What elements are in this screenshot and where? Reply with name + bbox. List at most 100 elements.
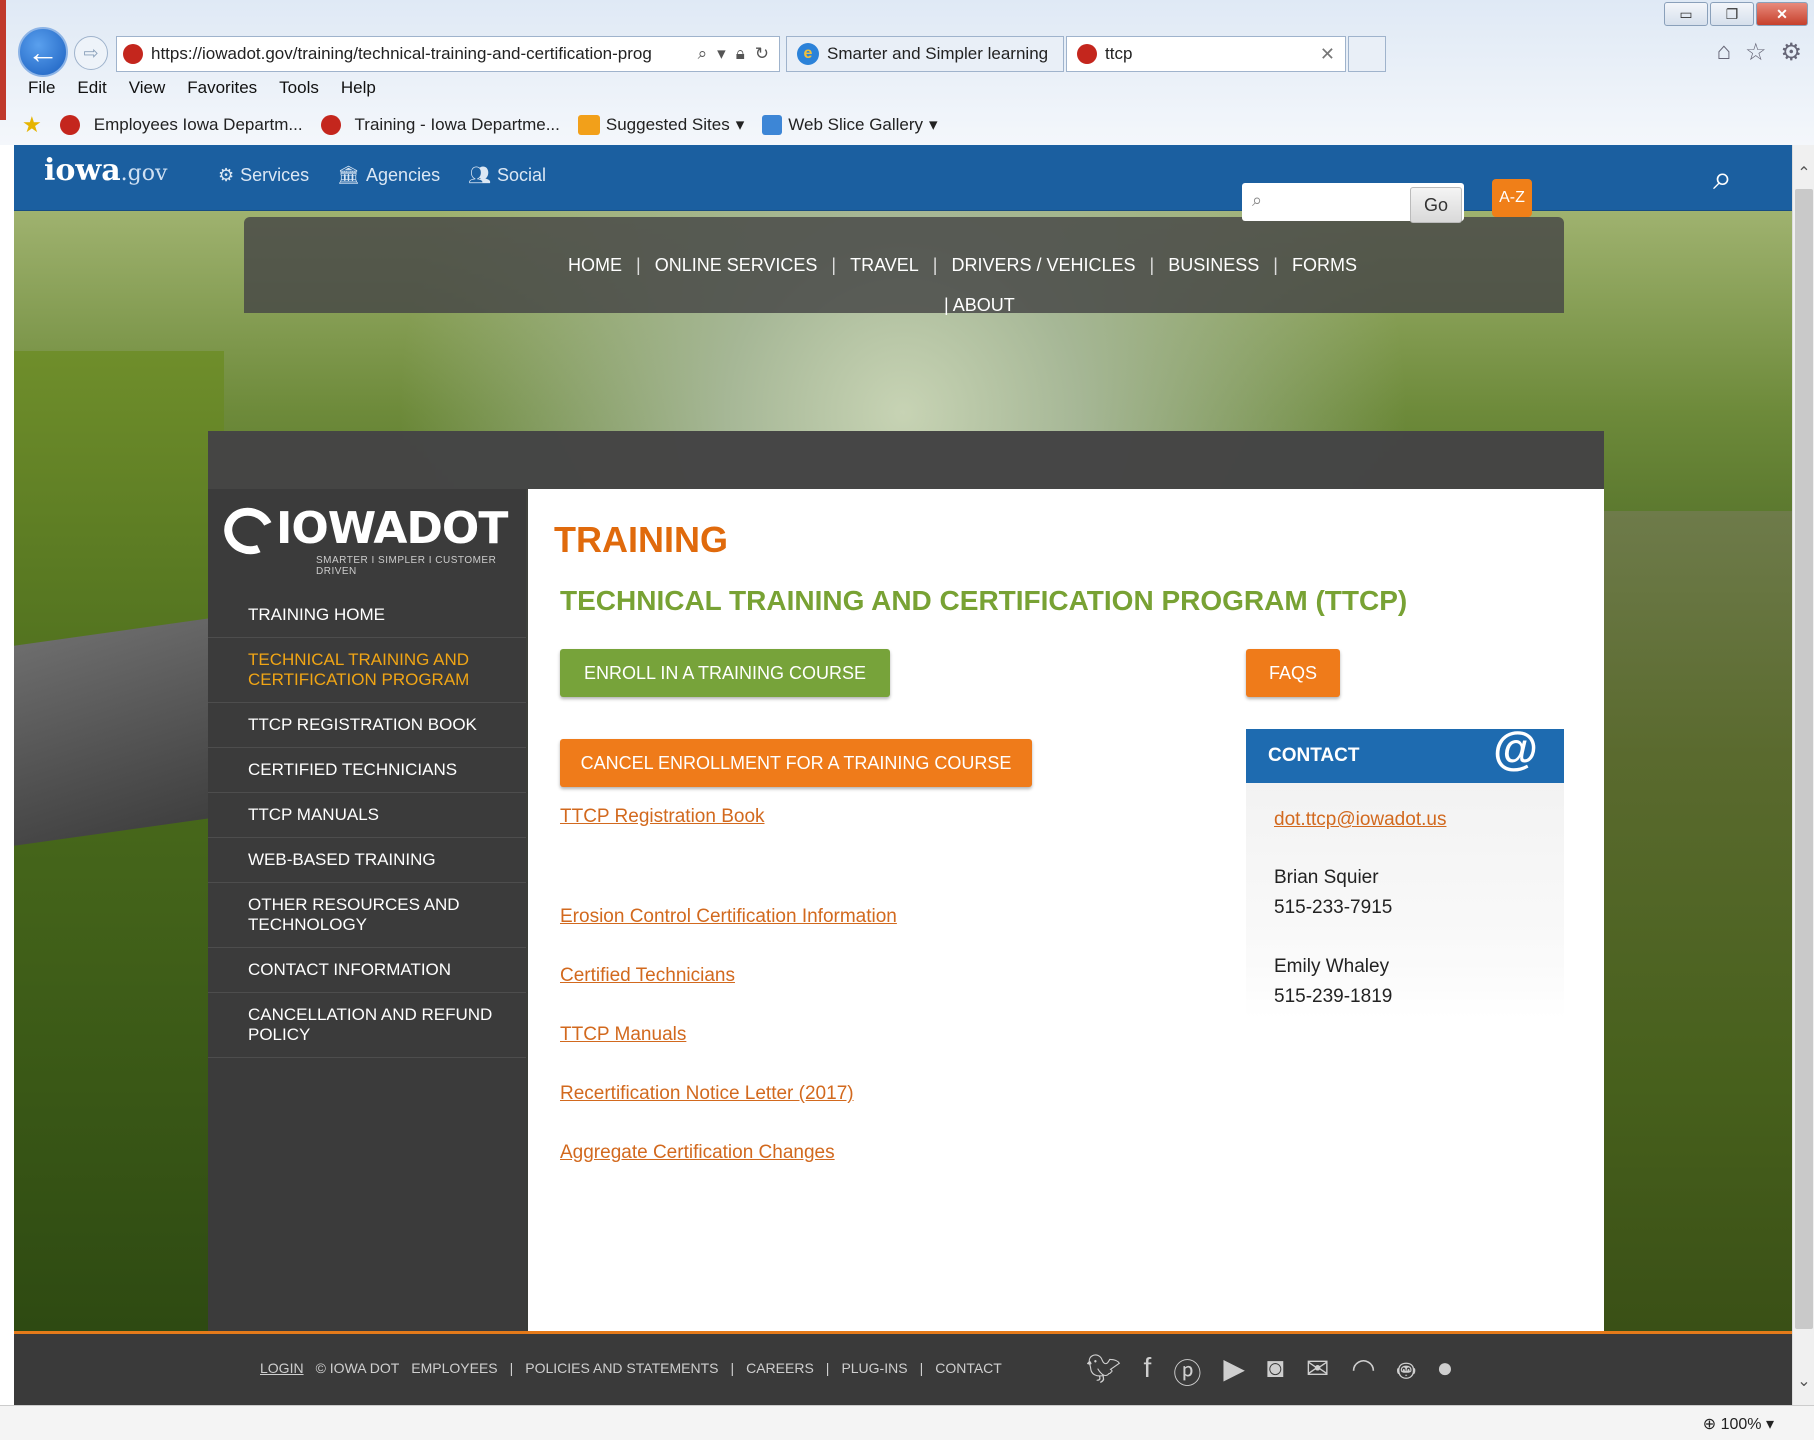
sidebar-item-ttcp[interactable]: TECHNICAL TRAINING AND CERTIFICATION PRO… bbox=[208, 638, 526, 703]
sidebar-item-registration-book[interactable]: TTCP REGISTRATION BOOK bbox=[208, 703, 526, 748]
rss-icon[interactable]: ◠ bbox=[1351, 1352, 1375, 1392]
favorites-add-icon[interactable]: ★ bbox=[22, 112, 42, 138]
address-url[interactable]: https://iowadot.gov/training/technical-t… bbox=[151, 44, 688, 64]
page-scrollbar[interactable]: ⌃ ⌄ bbox=[1792, 145, 1814, 1405]
link-registration-book[interactable]: TTCP Registration Book bbox=[560, 806, 765, 828]
menu-tools[interactable]: Tools bbox=[279, 78, 319, 98]
nav-social[interactable]: 👥︎ Social bbox=[468, 165, 546, 186]
close-tab-icon[interactable]: ✕ bbox=[1320, 44, 1335, 65]
lock-icon[interactable]: 🔒︎ bbox=[736, 44, 745, 64]
favorites-star-icon[interactable]: ☆ bbox=[1745, 38, 1767, 67]
nav-home[interactable]: HOME bbox=[554, 255, 636, 276]
sidebar-item-other-resources[interactable]: OTHER RESOURCES AND TECHNOLOGY bbox=[208, 883, 526, 948]
window-accent bbox=[0, 0, 6, 120]
link-erosion-control[interactable]: Erosion Control Certification Informatio… bbox=[560, 906, 897, 928]
nav-services[interactable]: ⚙ Services bbox=[218, 165, 309, 186]
nav-travel[interactable]: TRAVEL bbox=[836, 255, 933, 276]
nav-business[interactable]: BUSINESS bbox=[1154, 255, 1273, 276]
footer-careers-link[interactable]: CAREERS bbox=[746, 1360, 814, 1376]
nav-agencies[interactable]: 🏛︎ Agencies bbox=[337, 165, 440, 186]
sidebar-item-training-home[interactable]: TRAINING HOME bbox=[208, 593, 526, 638]
menu-edit[interactable]: Edit bbox=[77, 78, 106, 98]
hero-field-right bbox=[1602, 511, 1792, 1331]
twitter-icon[interactable]: 🐦︎ bbox=[1086, 1352, 1122, 1392]
forward-button[interactable]: ⇨ bbox=[74, 36, 108, 70]
a-z-button[interactable]: A-Z bbox=[1492, 179, 1532, 217]
enroll-course-button[interactable]: ENROLL IN A TRAINING COURSE bbox=[560, 649, 890, 697]
close-window-button[interactable]: ✕ bbox=[1756, 2, 1808, 26]
sidebar-item-ttcp-manuals[interactable]: TTCP MANUALS bbox=[208, 793, 526, 838]
youtube-icon[interactable]: ▶ bbox=[1223, 1352, 1245, 1392]
sidebar-item-web-based-training[interactable]: WEB-BASED TRAINING bbox=[208, 838, 526, 883]
refresh-icon[interactable]: ↻ bbox=[755, 44, 769, 64]
iowa-dot-logo[interactable]: IOWADOT bbox=[217, 500, 508, 562]
menu-favorites[interactable]: Favorites bbox=[187, 78, 257, 98]
home-icon[interactable]: ⌂ bbox=[1716, 38, 1731, 67]
favorite-web-slice-gallery[interactable]: Web Slice Gallery ▾ bbox=[762, 115, 938, 135]
favorite-employees[interactable]: Employees Iowa Departm... bbox=[59, 115, 303, 135]
address-bar[interactable]: https://iowadot.gov/training/technical-t… bbox=[116, 36, 780, 72]
chevron-down-icon[interactable]: ⌄ bbox=[1793, 1371, 1814, 1393]
dropdown-icon: ▾ bbox=[929, 115, 938, 134]
menu-bar: File Edit View Favorites Tools Help bbox=[28, 78, 376, 98]
sidebar-item-certified-technicians[interactable]: CERTIFIED TECHNICIANS bbox=[208, 748, 526, 793]
dropdown-icon[interactable]: ▾ bbox=[717, 44, 726, 64]
gears-icon: ⚙ bbox=[218, 165, 235, 185]
pinterest-icon[interactable]: ⓟ bbox=[1173, 1352, 1201, 1392]
android-icon[interactable]: 🤖︎ bbox=[1398, 1352, 1415, 1392]
footer-login-link[interactable]: LOGIN bbox=[260, 1360, 304, 1376]
favorites-bar: ★ Employees Iowa Departm... Training - I… bbox=[22, 112, 938, 138]
minimize-button[interactable]: ▭ bbox=[1664, 2, 1708, 26]
gear-icon[interactable]: ⚙ bbox=[1780, 38, 1802, 67]
scrollbar-thumb[interactable] bbox=[1795, 189, 1813, 1329]
nav-drivers-vehicles[interactable]: DRIVERS / VEHICLES bbox=[937, 255, 1149, 276]
search-icon[interactable]: ⌕ bbox=[1713, 159, 1732, 198]
hero-road bbox=[14, 616, 224, 846]
favorite-suggested-sites[interactable]: Suggested Sites ▾ bbox=[577, 115, 744, 135]
footer-policies-link[interactable]: POLICIES AND STATEMENTS bbox=[525, 1360, 718, 1376]
sidebar-item-cancellation-policy[interactable]: CANCELLATION AND REFUND POLICY bbox=[208, 993, 526, 1058]
menu-view[interactable]: View bbox=[129, 78, 166, 98]
restore-button[interactable]: ❐ bbox=[1710, 2, 1754, 26]
nav-about[interactable]: | ABOUT bbox=[944, 295, 1015, 316]
facebook-icon[interactable]: f bbox=[1144, 1352, 1152, 1392]
favorite-label: Suggested Sites bbox=[605, 115, 730, 134]
address-tools: ⌕ ▾ 🔒︎ ↻ bbox=[688, 44, 779, 64]
faqs-button[interactable]: FAQS bbox=[1246, 649, 1340, 697]
new-tab-button[interactable] bbox=[1348, 36, 1386, 72]
tab-smarter-simpler[interactable]: e Smarter and Simpler learning bbox=[786, 36, 1064, 72]
page-title: TRAINING bbox=[554, 519, 728, 560]
email-icon[interactable]: ✉ bbox=[1306, 1352, 1329, 1392]
link-recertification-letter[interactable]: Recertification Notice Letter (2017) bbox=[560, 1083, 854, 1105]
sidebar-item-contact-information[interactable]: CONTACT INFORMATION bbox=[208, 948, 526, 993]
back-button[interactable]: ← bbox=[18, 27, 68, 77]
link-aggregate-changes[interactable]: Aggregate Certification Changes bbox=[560, 1142, 835, 1164]
footer: LOGIN © IOWA DOT EMPLOYEES | POLICIES AN… bbox=[14, 1331, 1792, 1405]
instagram-icon[interactable]: ◙ bbox=[1267, 1352, 1284, 1392]
favorite-training[interactable]: Training - Iowa Departme... bbox=[320, 115, 560, 135]
nav-forms[interactable]: FORMS bbox=[1278, 255, 1371, 276]
apple-icon[interactable]: ● bbox=[1437, 1352, 1454, 1392]
link-ttcp-manuals[interactable]: TTCP Manuals bbox=[560, 1024, 686, 1046]
link-certified-technicians[interactable]: Certified Technicians bbox=[560, 965, 735, 987]
contact-email-link[interactable]: dot.ttcp@iowadot.us bbox=[1274, 809, 1446, 831]
zoom-icon: ⊕ bbox=[1702, 1416, 1721, 1433]
nav-separator: | bbox=[944, 295, 953, 315]
zoom-level[interactable]: ⊕ 100% ▾ bbox=[1703, 1414, 1774, 1434]
cancel-enrollment-button[interactable]: CANCEL ENROLLMENT FOR A TRAINING COURSE bbox=[560, 739, 1032, 787]
contact-header: CONTACT @ bbox=[1246, 722, 1564, 783]
nav-online-services[interactable]: ONLINE SERVICES bbox=[641, 255, 832, 276]
tab-ttcp[interactable]: ttcp ✕ bbox=[1066, 36, 1346, 72]
nav-about-label: ABOUT bbox=[952, 295, 1015, 315]
go-button[interactable]: Go bbox=[1410, 187, 1462, 223]
menu-file[interactable]: File bbox=[28, 78, 55, 98]
chevron-up-icon[interactable]: ⌃ bbox=[1793, 163, 1814, 185]
iowa-gov-logo[interactable]: iowa.gov bbox=[44, 153, 167, 188]
footer-contact-link[interactable]: CONTACT bbox=[935, 1360, 1002, 1376]
search-icon[interactable]: ⌕ bbox=[698, 44, 708, 64]
footer-employees-link[interactable]: EMPLOYEES bbox=[411, 1360, 497, 1376]
menu-help[interactable]: Help bbox=[341, 78, 376, 98]
footer-plugins-link[interactable]: PLUG-INS bbox=[841, 1360, 907, 1376]
zoom-value: 100% bbox=[1720, 1416, 1762, 1433]
at-sign-icon: @ bbox=[1493, 722, 1538, 774]
